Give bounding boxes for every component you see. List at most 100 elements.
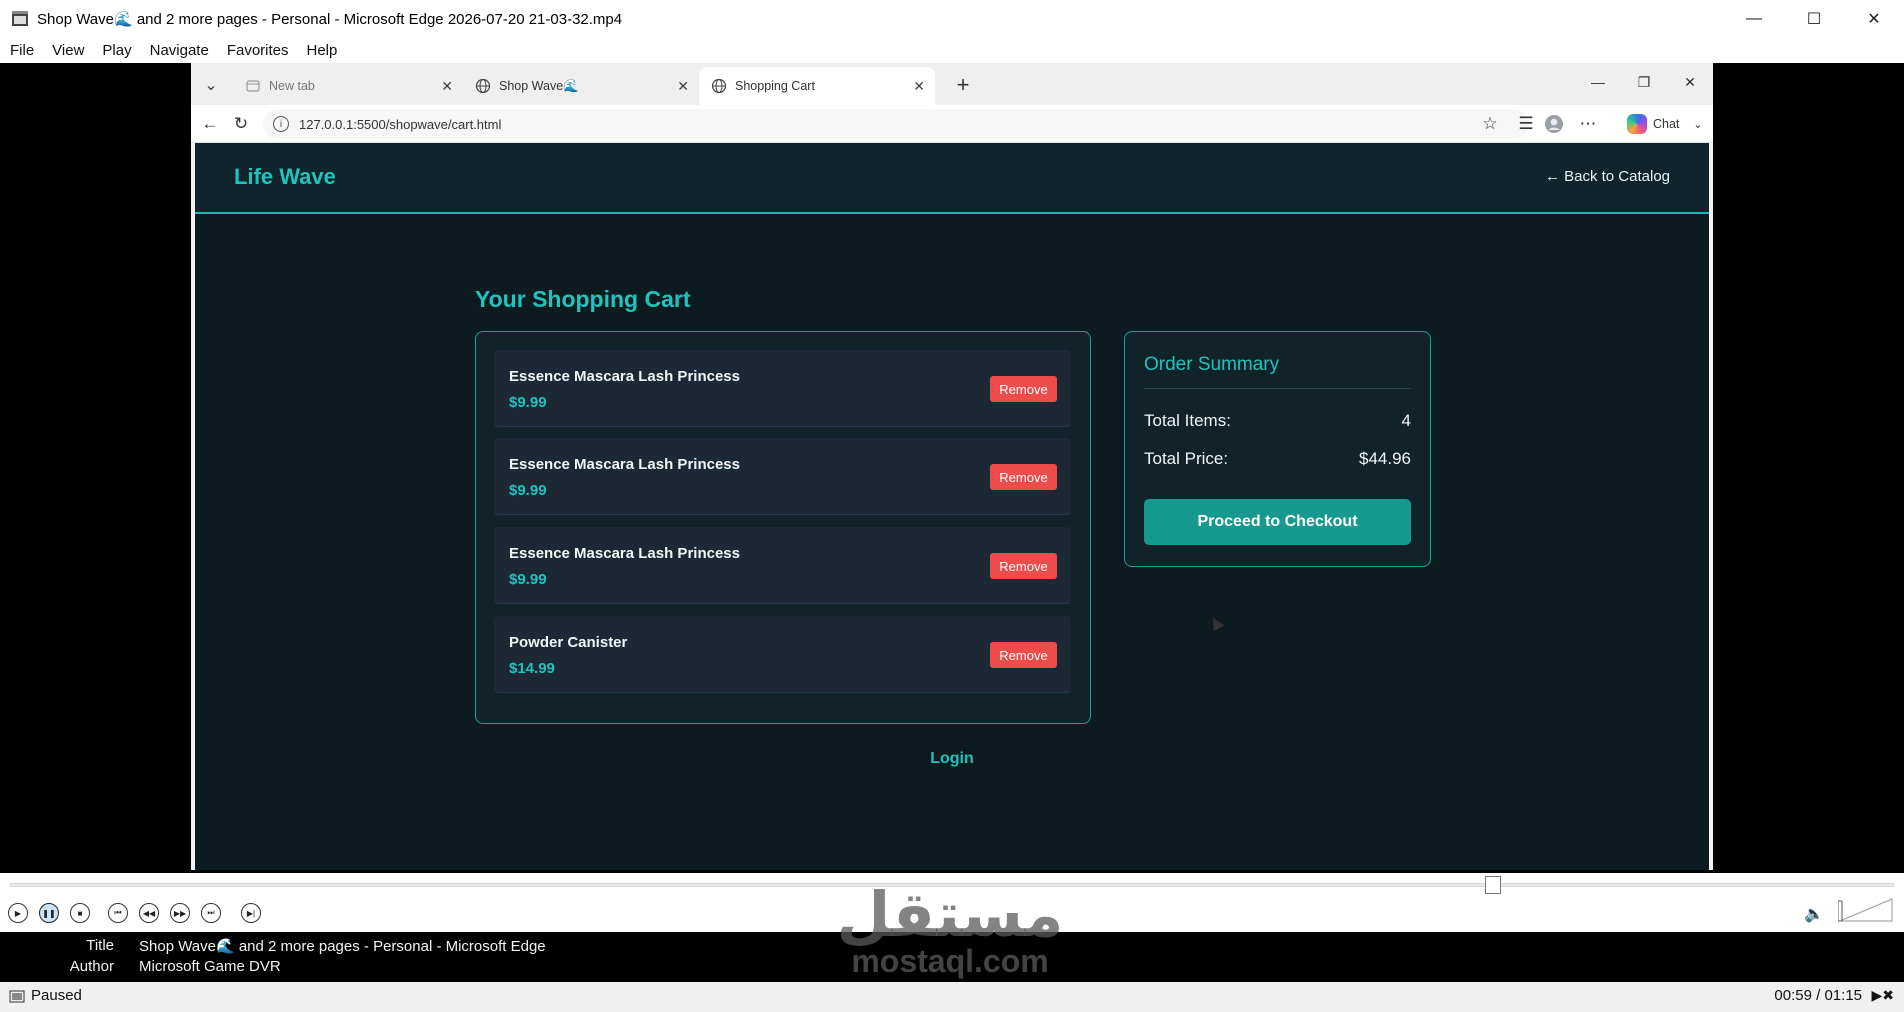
menu-file[interactable]: File — [0, 42, 43, 59]
menu-view[interactable]: View — [43, 42, 93, 59]
close-tab-icon[interactable]: ✕ — [441, 78, 453, 95]
tab-label: New tab — [269, 79, 315, 93]
mouse-cursor-icon — [1207, 614, 1225, 632]
item-price: $9.99 — [509, 482, 547, 499]
total-price-value: $44.96 — [1359, 449, 1411, 468]
tab-new-tab[interactable]: New tab ✕ — [233, 67, 463, 105]
minimize-button[interactable]: — — [1724, 0, 1784, 38]
item-name: Powder Canister — [509, 634, 628, 651]
menu-help[interactable]: Help — [298, 42, 347, 59]
close-tab-icon[interactable]: ✕ — [677, 78, 689, 95]
watermark-arabic: مستقل — [836, 881, 1064, 950]
tab-label: Shop Wave🌊 — [499, 78, 579, 93]
item-name: Essence Mascara Lash Princess — [509, 368, 740, 385]
url-text[interactable]: 127.0.0.1:5500/shopwave/cart.html — [299, 117, 501, 132]
fast-forward-icon[interactable]: ▶▶ — [170, 903, 190, 923]
playback-status: Paused — [31, 987, 82, 1004]
close-tab-icon[interactable]: ✕ — [913, 78, 925, 95]
total-items-row: Total Items: 4 — [1144, 411, 1411, 431]
close-button[interactable]: ✕ — [1844, 0, 1904, 38]
volume-slider[interactable] — [1838, 897, 1894, 923]
browser-window: ⌄ New tab ✕ Shop Wave🌊 ✕ Shopping Cart ✕… — [191, 63, 1713, 870]
pause-icon[interactable]: ❚❚ — [39, 903, 59, 923]
checkout-button[interactable]: Proceed to Checkout — [1144, 499, 1411, 545]
more-options-icon[interactable]: ⋯ — [1575, 111, 1601, 137]
copilot-icon — [1627, 114, 1647, 134]
chat-label: Chat — [1653, 117, 1680, 131]
remove-button[interactable]: Remove — [990, 464, 1057, 490]
total-price-label: Total Price: — [1144, 449, 1229, 468]
volume-icon[interactable]: 🔈 — [1804, 904, 1824, 924]
film-icon — [9, 990, 25, 1003]
chevron-down-icon: ⌄ — [1693, 118, 1703, 131]
menu-favorites[interactable]: Favorites — [218, 42, 298, 59]
new-tab-button[interactable]: + — [949, 71, 977, 99]
stop-icon[interactable]: ■ — [70, 903, 90, 923]
browser-toolbar: ← ↻ i 127.0.0.1:5500/shopwave/cart.html … — [191, 105, 1713, 143]
play-icon[interactable]: ▶ — [8, 903, 28, 923]
remove-button[interactable]: Remove — [990, 642, 1057, 668]
remove-button[interactable]: Remove — [990, 553, 1057, 579]
seek-handle[interactable] — [1484, 876, 1501, 894]
tab-label: Shopping Cart — [735, 79, 815, 93]
remove-button[interactable]: Remove — [990, 376, 1057, 402]
cart-item: Essence Mascara Lash Princess $9.99 Remo… — [494, 438, 1071, 515]
total-price-row: Total Price: $44.96 — [1144, 449, 1411, 469]
favorites-list-icon[interactable]: ☰ — [1513, 111, 1539, 137]
summary-divider — [1144, 388, 1411, 389]
playback-time: 00:59 / 01:15 — [1774, 987, 1862, 1004]
globe-icon — [711, 78, 727, 94]
tab-strip: ⌄ New tab ✕ Shop Wave🌊 ✕ Shopping Cart ✕… — [191, 63, 1713, 105]
title-value: Shop Wave🌊 and 2 more pages - Personal -… — [139, 938, 546, 955]
window-title: Shop Wave🌊 and 2 more pages - Personal -… — [37, 11, 623, 28]
author-label: Author — [69, 958, 114, 975]
profile-avatar-icon[interactable] — [1541, 111, 1567, 137]
cart-item: Essence Mascara Lash Princess $9.99 Remo… — [494, 350, 1071, 427]
cart-item: Essence Mascara Lash Princess $9.99 Remo… — [494, 527, 1071, 604]
maximize-button[interactable]: ☐ — [1784, 0, 1844, 38]
item-price: $9.99 — [509, 394, 547, 411]
site-info-icon[interactable]: i — [273, 116, 289, 132]
total-items-value: 4 — [1401, 411, 1411, 430]
cast-icon[interactable]: ▶✖ — [1872, 987, 1895, 1004]
item-price: $9.99 — [509, 571, 547, 588]
cart-heading: Your Shopping Cart — [475, 286, 691, 312]
new-tab-icon — [246, 80, 260, 92]
player-titlebar: Shop Wave🌊 and 2 more pages - Personal -… — [0, 0, 1904, 38]
back-arrow-icon[interactable]: ← — [197, 111, 223, 137]
previous-icon[interactable]: ⏮ — [108, 903, 128, 923]
tab-list-chevron-icon[interactable]: ⌄ — [199, 73, 223, 97]
tab-shop-wave[interactable]: Shop Wave🌊 ✕ — [463, 67, 699, 105]
tab-shopping-cart[interactable]: Shopping Cart ✕ — [699, 67, 935, 105]
refresh-icon[interactable]: ↻ — [228, 111, 254, 137]
cart-item: Powder Canister $14.99 Remove — [494, 616, 1071, 693]
player-statusbar: Paused 00:59 / 01:15 ▶✖ — [0, 982, 1904, 1012]
site-header: Life Wave ← Back to Catalog — [195, 143, 1709, 214]
back-to-catalog-link[interactable]: ← Back to Catalog — [1545, 168, 1670, 185]
login-link[interactable]: Login — [195, 750, 1709, 768]
media-player-icon — [12, 11, 28, 26]
globe-icon — [475, 78, 491, 94]
copilot-chat-button[interactable]: Chat ⌄ — [1619, 109, 1707, 139]
menu-navigate[interactable]: Navigate — [141, 42, 218, 59]
summary-title: Order Summary — [1144, 354, 1280, 375]
watermark-latin: mostaql.com — [851, 943, 1049, 979]
rewind-icon[interactable]: ◀◀ — [139, 903, 159, 923]
browser-restore-button[interactable]: ❐ — [1621, 67, 1667, 97]
frame-step-icon[interactable]: ▶| — [241, 903, 261, 923]
cart-items-panel: Essence Mascara Lash Princess $9.99 Remo… — [475, 331, 1091, 724]
order-summary-panel: Order Summary Total Items: 4 Total Price… — [1124, 331, 1431, 567]
total-items-label: Total Items: — [1144, 411, 1231, 430]
site-logo[interactable]: Life Wave — [234, 164, 336, 190]
favorite-star-icon[interactable]: ☆ — [1477, 111, 1503, 137]
next-icon[interactable]: ⏭ — [201, 903, 221, 923]
menu-play[interactable]: Play — [93, 42, 140, 59]
web-page: Life Wave ← Back to Catalog Your Shoppin… — [195, 143, 1709, 870]
browser-minimize-button[interactable]: — — [1575, 67, 1621, 97]
player-menubar: File View Play Navigate Favorites Help — [0, 38, 1904, 63]
address-bar[interactable]: i 127.0.0.1:5500/shopwave/cart.html — [263, 109, 1528, 139]
browser-close-button[interactable]: ✕ — [1667, 67, 1713, 97]
author-value: Microsoft Game DVR — [139, 958, 281, 975]
title-label: Title — [86, 937, 114, 954]
item-name: Essence Mascara Lash Princess — [509, 545, 740, 562]
